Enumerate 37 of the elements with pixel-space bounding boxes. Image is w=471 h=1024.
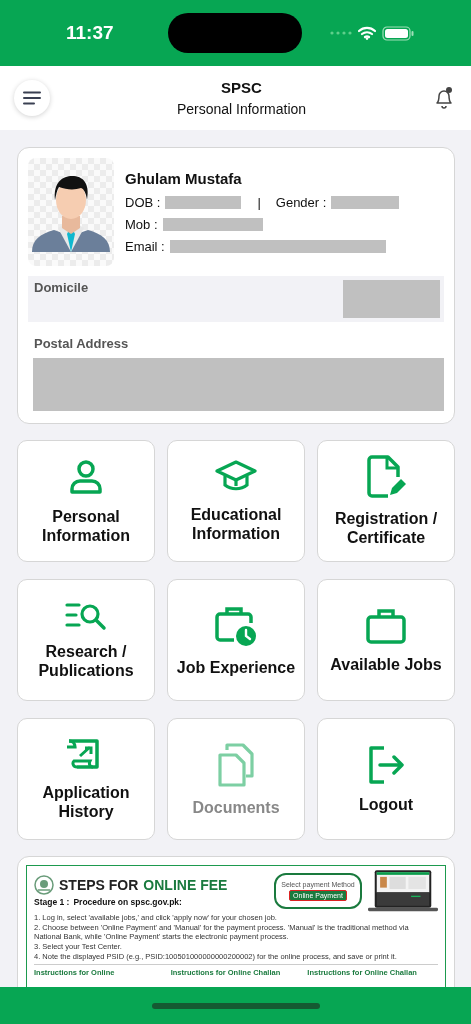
app-title: SPSC [221,79,262,96]
menu-button[interactable] [14,80,50,116]
laptop-drawing [368,870,438,912]
poster-title-accent: ONLINE FEE [143,877,228,893]
user-name: Ghulam Mustafa [125,170,243,187]
menu-tile[interactable]: Registration / Certificate [317,440,455,562]
menu-tile[interactable]: Application History [17,718,155,840]
cellular-signal-icon [330,31,352,35]
notification-bell-icon[interactable] [433,86,455,110]
wifi-icon [358,26,376,40]
mobile-label: Mob : [125,217,158,232]
stage-title: Procedure on spsc.gov.pk: [73,897,182,907]
logout-icon [366,744,406,785]
menu-tile[interactable]: Job Experience [167,579,305,701]
battery-icon [382,25,414,41]
field-separator: | [257,195,261,210]
menu-tile[interactable]: Available Jobs [317,579,455,701]
status-time: 11:37 [66,22,115,44]
email-label: Email : [125,239,165,254]
emblem-icon [34,875,54,895]
menu-tile[interactable]: Logout [317,718,455,840]
menu-icon [23,91,41,105]
menu-tile[interactable]: Educational Information [167,440,305,562]
poster-title: STEPS FOR [59,877,139,893]
briefcase-icon [365,606,407,645]
list-search-icon [65,600,107,632]
domicile-label: Domicile [34,280,89,297]
menu-tile[interactable]: Research / Publications [17,579,155,701]
stage-label: Stage 1 : [34,897,70,907]
document-pen-icon [366,455,406,499]
page-subtitle: Personal Information [176,101,307,117]
postal-address-label: Postal Address [34,336,130,351]
menu-tile[interactable]: Personal Information [17,440,155,562]
documents-icon [217,741,255,788]
gender-label: Gender : [275,195,327,210]
dob-label: DOB : [125,195,161,210]
redacted-gender [331,196,400,209]
